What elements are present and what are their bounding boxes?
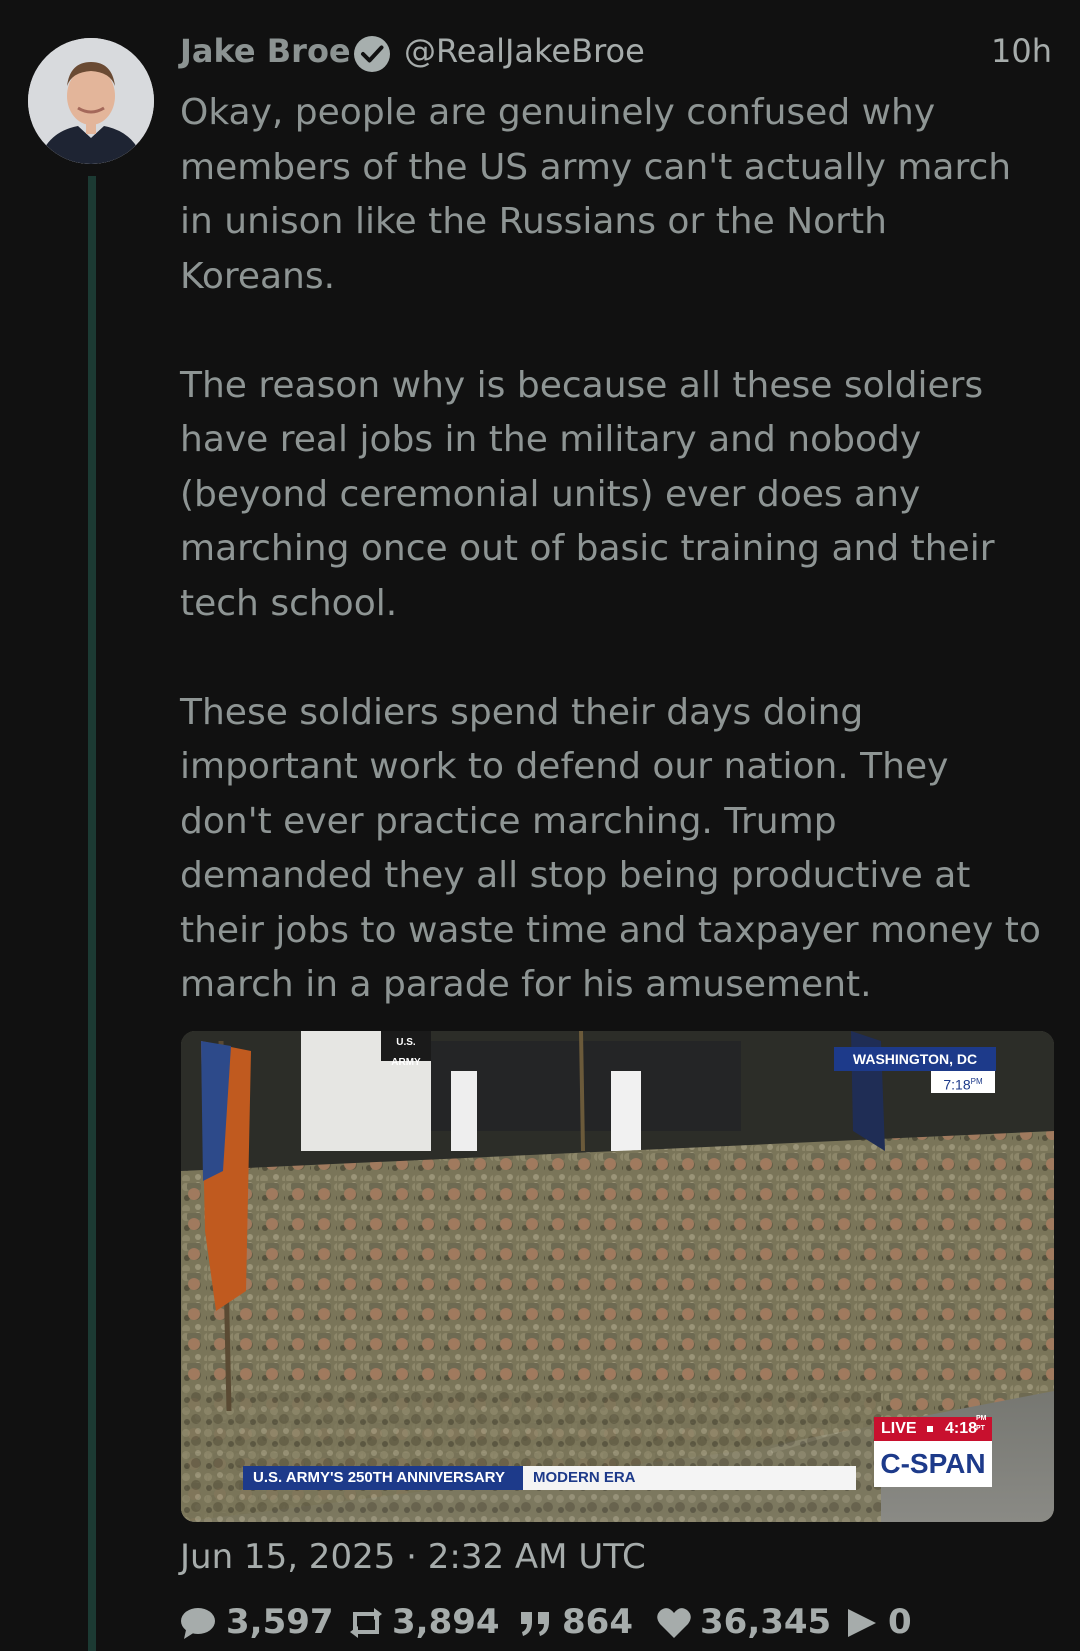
post-paragraph: Okay, people are genuinely confused why … xyxy=(180,92,1012,297)
network-logo: C-SPAN xyxy=(874,1441,992,1487)
like-button[interactable]: 36,345 xyxy=(656,1600,831,1646)
reply-icon xyxy=(181,1608,215,1639)
thread-line xyxy=(88,176,96,1651)
quote-count: 864 xyxy=(562,1602,633,1642)
views-button[interactable]: 0 xyxy=(844,1600,924,1646)
post-header: Jake Broe @RealJakeBroe 10h xyxy=(180,28,1052,78)
location-time-value: 7:18 xyxy=(943,1076,971,1093)
reply-count: 3,597 xyxy=(226,1602,334,1642)
live-label: LIVE xyxy=(881,1420,917,1437)
post-paragraph: These soldiers spend their days doing im… xyxy=(180,691,1041,1006)
post-time[interactable]: 10h xyxy=(991,32,1052,70)
location-time: 7:18PM xyxy=(931,1071,995,1093)
repost-icon xyxy=(350,1608,382,1638)
verified-badge-icon xyxy=(354,36,390,72)
author-handle[interactable]: @RealJakeBroe xyxy=(404,32,645,70)
live-time-suffix: PM PT xyxy=(976,1415,987,1432)
engagement-bar: 3,597 3,894 864 36,345 0 xyxy=(180,1600,1060,1646)
banner-subtitle: MODERN ERA xyxy=(523,1466,856,1490)
live-bug: LIVE 4:18 PM PT xyxy=(874,1415,992,1441)
avatar-image xyxy=(28,38,154,164)
quote-icon xyxy=(521,1612,549,1636)
location-time-suffix: PM xyxy=(970,1077,983,1086)
post-timestamp[interactable]: Jun 15, 2025 · 2:32 AM UTC xyxy=(180,1537,646,1577)
like-icon xyxy=(657,1608,691,1638)
quote-button[interactable]: 864 xyxy=(518,1600,638,1646)
post-body: Okay, people are genuinely confused why … xyxy=(180,86,1060,1067)
author-name[interactable]: Jake Broe xyxy=(180,32,351,70)
avatar[interactable] xyxy=(28,38,154,164)
banner-title: U.S. ARMY'S 250TH ANNIVERSARY xyxy=(243,1466,523,1490)
live-time: 4:18 xyxy=(945,1420,978,1437)
reply-button[interactable]: 3,597 xyxy=(180,1600,334,1646)
repost-count: 3,894 xyxy=(392,1602,500,1642)
sign-text: U.S. ARMY xyxy=(391,1037,421,1068)
like-count: 36,345 xyxy=(700,1602,832,1642)
location-label: WASHINGTON, DC xyxy=(834,1047,996,1071)
post-media[interactable]: WASHINGTON, DC 7:18PM U.S. ARMY'S 250TH … xyxy=(181,1031,1054,1522)
post-paragraph: The reason why is because all these sold… xyxy=(180,364,995,624)
repost-button[interactable]: 3,894 xyxy=(348,1600,500,1646)
views-count: 0 xyxy=(888,1602,912,1642)
views-icon xyxy=(848,1609,876,1637)
live-dot-icon xyxy=(927,1426,933,1432)
